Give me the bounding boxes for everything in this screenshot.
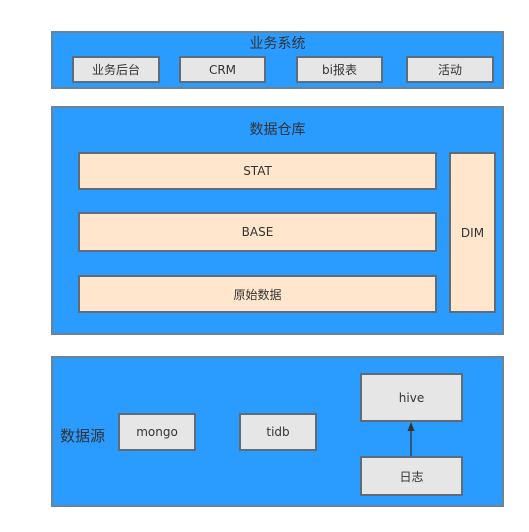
arrowhead-icon [407, 422, 415, 431]
edge-layer [407, 422, 415, 456]
